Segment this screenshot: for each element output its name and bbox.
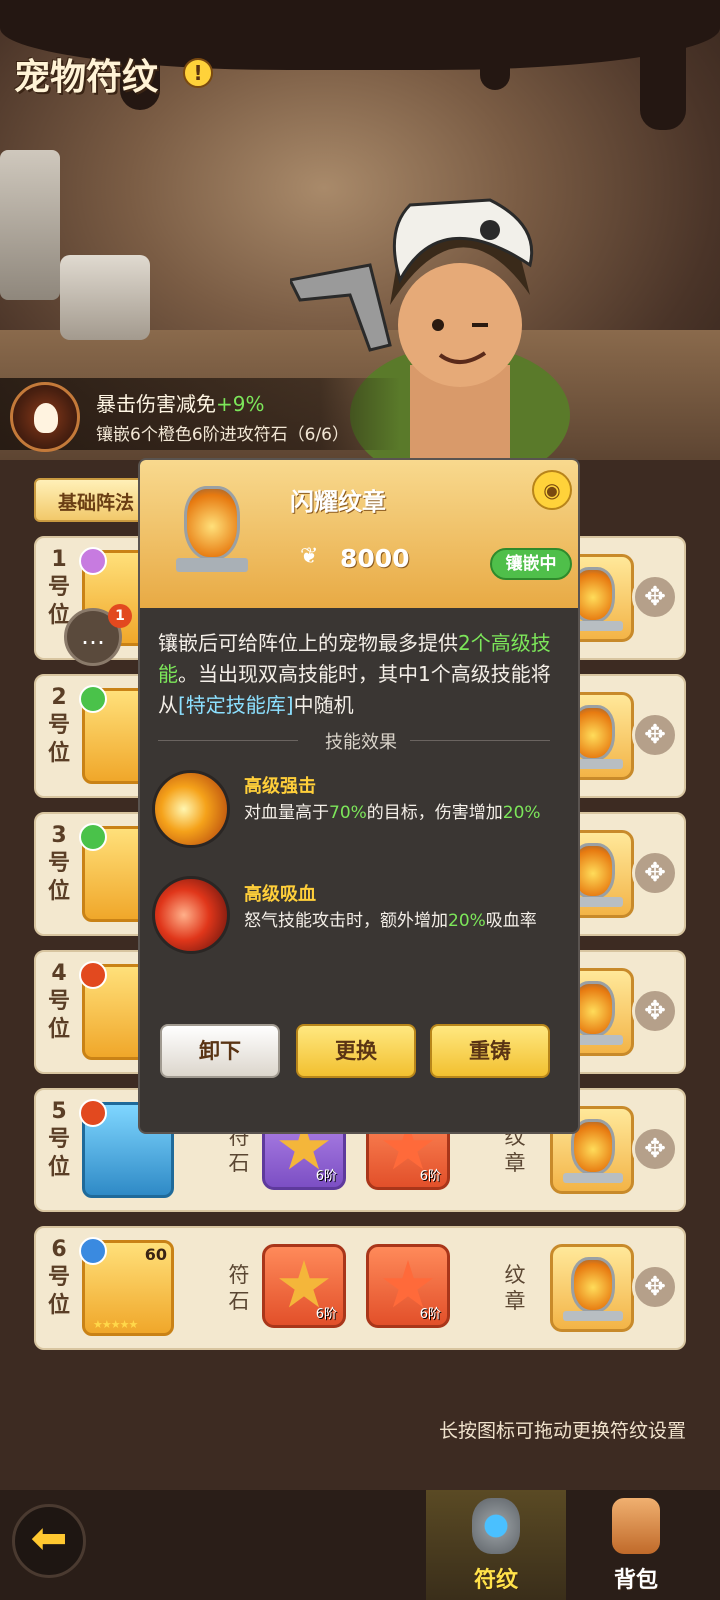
skill-desc-text: 对血量高于	[244, 803, 329, 823]
slot-number: 5号位	[47, 1099, 70, 1180]
slot-number: 1号位	[47, 547, 70, 628]
rune-tier: 6阶	[419, 1307, 441, 1322]
status-badge: 镶嵌中	[490, 548, 572, 580]
slot-number: 3号位	[47, 823, 70, 904]
slot-row-6: 6号位 60 ★★★★★ 符石 6阶 6阶 纹章 ✥	[34, 1226, 686, 1350]
stone-statue	[0, 150, 60, 300]
move-handle-icon[interactable]: ✥	[632, 1264, 678, 1310]
skill-pool-link[interactable]: [特定技能库]	[178, 693, 294, 717]
slot-number: 4号位	[47, 961, 70, 1042]
tab-bag[interactable]: 背包	[566, 1490, 706, 1600]
bonus-stat-label: 暴击伤害减免	[96, 392, 216, 416]
rune-tier: 6阶	[315, 1169, 337, 1184]
tab-rune[interactable]: 符纹	[426, 1490, 566, 1600]
drag-hint: 长按图标可拖动更换符纹设置	[438, 1420, 686, 1442]
rune-slot-2[interactable]: 6阶	[366, 1244, 450, 1328]
bottom-nav: ⬅ 符纹 背包	[0, 1490, 720, 1600]
pet-type-badge	[79, 1099, 107, 1127]
pet-type-badge	[79, 685, 107, 713]
pet-type-badge	[79, 1237, 107, 1265]
skill-description: 对血量高于70%的目标，伤害增加20%	[244, 800, 554, 826]
skill-desc-highlight: 70%	[329, 803, 367, 823]
desc-text: 镶嵌后可给阵位上的宠物最多提供	[158, 631, 458, 655]
pet-type-badge	[79, 823, 107, 851]
skill-name: 高级吸血	[244, 884, 316, 905]
bonus-stat: 暴击伤害减免+9%	[96, 388, 265, 417]
emblem-base	[176, 558, 248, 572]
move-handle-icon[interactable]: ✥	[632, 712, 678, 758]
rune-stone-icon	[472, 1498, 520, 1554]
lifesteal-skill-icon[interactable]	[152, 876, 230, 954]
skill-desc-text: 的目标，伤害增加	[366, 803, 503, 823]
cave-drip	[480, 0, 510, 90]
popup-header: 闪耀纹章 ◉ ❦ 8000 镶嵌中	[140, 460, 578, 608]
emblem-base	[563, 1173, 623, 1183]
emblem-gem-icon	[184, 486, 240, 560]
emblem-label: 纹章	[504, 1263, 526, 1313]
move-handle-icon[interactable]: ✥	[632, 988, 678, 1034]
skill-desc-text: 怒气技能攻击时，额外增加	[244, 911, 448, 931]
unequip-button[interactable]: 卸下	[160, 1024, 280, 1078]
emblem-base	[563, 1311, 623, 1321]
bonus-medal-icon[interactable]	[10, 382, 80, 452]
info-icon[interactable]: !	[183, 58, 213, 88]
backpack-icon	[612, 1498, 660, 1554]
emblem-slot[interactable]	[550, 1244, 634, 1332]
divider	[410, 740, 550, 741]
pet-stars: ★★★★★	[93, 1318, 138, 1331]
section-title: 技能效果	[325, 732, 397, 753]
rune-tier: 6阶	[419, 1169, 441, 1184]
flame-icon	[34, 403, 58, 433]
popup-description: 镶嵌后可给阵位上的宠物最多提供2个高级技能。当出现双高技能时，其中1个高级技能将…	[158, 628, 568, 721]
move-handle-icon[interactable]: ✥	[632, 850, 678, 896]
pet-type-badge	[79, 547, 107, 575]
skill-description: 怒气技能攻击时，额外增加20%吸血率	[244, 908, 554, 934]
move-handle-icon[interactable]: ✥	[632, 1126, 678, 1172]
rune-stone-label: 符石	[228, 1263, 250, 1313]
pet-avatar[interactable]: 60 ★★★★★	[79, 1237, 174, 1336]
desc-text: 中随机	[293, 693, 354, 717]
stone-block	[60, 255, 150, 340]
popup-price: 8000	[340, 544, 410, 573]
rune-tier: 6阶	[315, 1307, 337, 1322]
eye-icon[interactable]: ◉	[532, 470, 572, 510]
tab-rune-label: 符纹	[473, 1568, 518, 1593]
pet-type-badge	[79, 961, 107, 989]
back-arrow-icon[interactable]: ⬅	[12, 1504, 86, 1578]
bonus-stat-value: +9%	[216, 392, 265, 416]
bonus-condition: 镶嵌6个橙色6阶进攻符石（6/6）	[96, 425, 349, 445]
emblem-detail-popup: 闪耀纹章 ◉ ❦ 8000 镶嵌中 镶嵌后可给阵位上的宠物最多提供2个高级技能。…	[138, 458, 580, 1134]
emblem-gem-icon	[571, 1257, 615, 1313]
skill-name: 高级强击	[244, 776, 316, 797]
rune-slot-1[interactable]: 6阶	[262, 1244, 346, 1328]
chat-count-badge: 1	[108, 604, 132, 628]
skill-desc-highlight: 20%	[448, 911, 486, 931]
strike-skill-icon[interactable]	[152, 770, 230, 848]
pet-level: 60	[144, 1245, 167, 1264]
page-title: 宠物符纹	[14, 57, 159, 98]
slot-number: 6号位	[47, 1237, 70, 1318]
tab-bag-label: 背包	[613, 1568, 658, 1593]
paw-currency-icon: ❦	[300, 544, 319, 569]
skill-desc-highlight: 20%	[502, 803, 541, 823]
skill-desc-text: 吸血率	[485, 911, 537, 931]
replace-button[interactable]: 更换	[296, 1024, 416, 1078]
cave-drip	[640, 0, 686, 130]
move-handle-icon[interactable]: ✥	[632, 574, 678, 620]
popup-title: 闪耀纹章	[290, 488, 386, 516]
reforge-button[interactable]: 重铸	[430, 1024, 550, 1078]
banner: 宠物符纹 ! 暴击伤害减免+9% 镶嵌6个橙色6阶进攻符石（6/6）	[0, 0, 720, 470]
slot-number: 2号位	[47, 685, 70, 766]
